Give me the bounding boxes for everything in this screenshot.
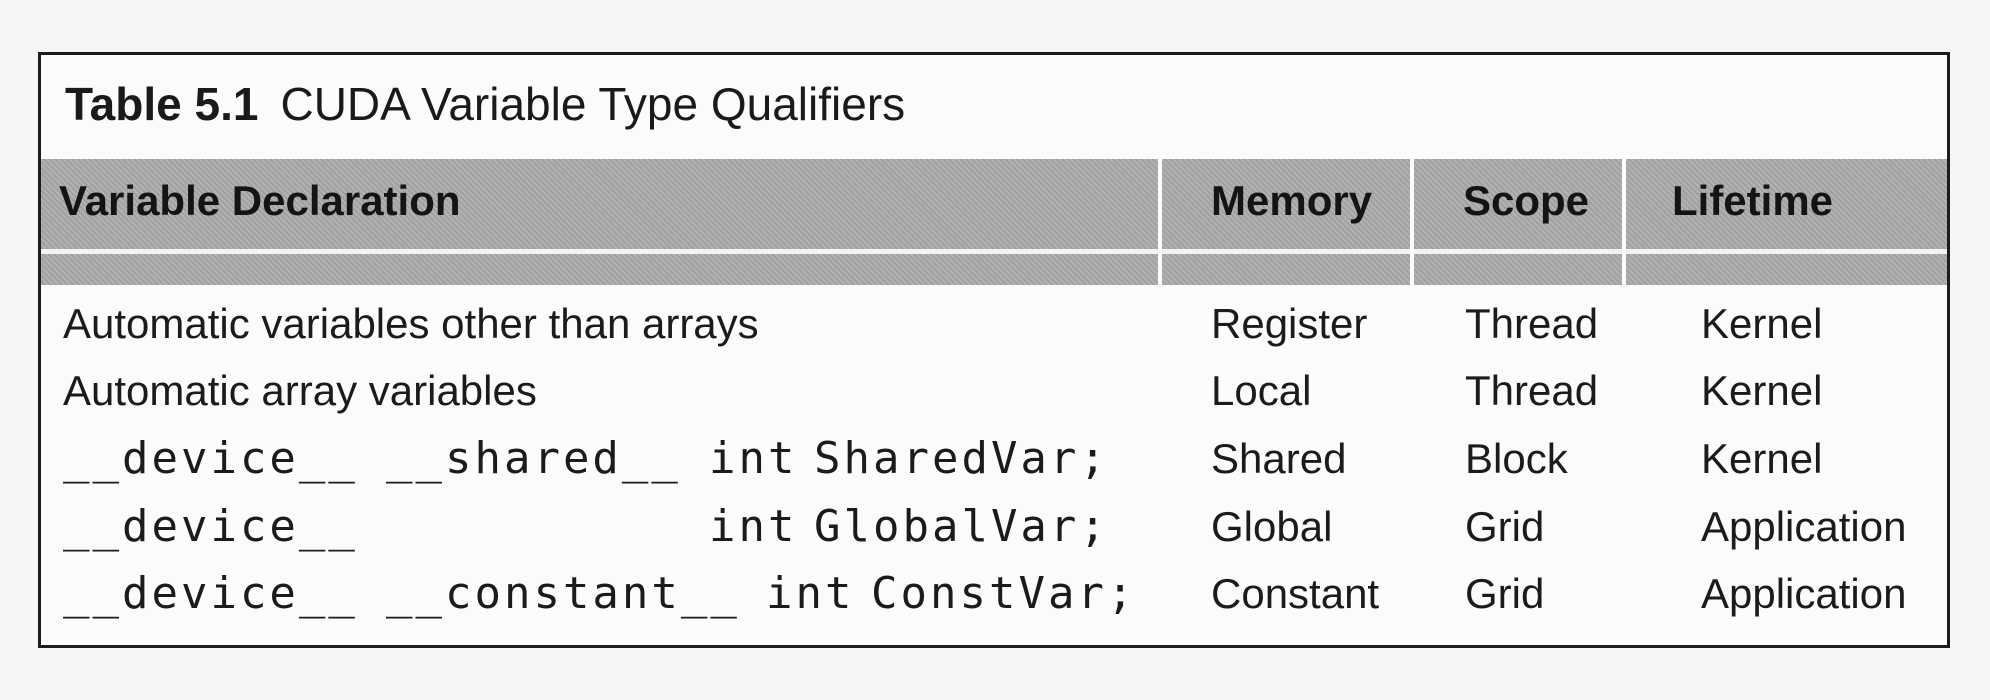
header-lifetime: Lifetime	[1672, 177, 1834, 224]
table-frame: Table 5.1 CUDA Variable Type Qualifiers V…	[38, 52, 1950, 648]
row-qualifier-constant: __constant__	[386, 568, 740, 619]
row-lifetime: Kernel	[1701, 367, 1823, 414]
row-lifetime: Kernel	[1701, 300, 1823, 347]
table-title: CUDA Variable Type Qualifiers	[280, 78, 906, 130]
table-caption: Table 5.1 CUDA Variable Type Qualifiers	[65, 77, 905, 131]
row-decl-type: int	[709, 501, 798, 552]
row-memory: Shared	[1211, 435, 1347, 482]
row-qualifier-device: __device__	[63, 433, 358, 484]
row-scope: Grid	[1465, 570, 1545, 617]
row-scope: Thread	[1465, 367, 1599, 414]
row-qualifier-shared: __shared__	[386, 433, 681, 484]
row-lifetime: Application	[1701, 570, 1907, 617]
row-decl-var: SharedVar;	[814, 433, 1109, 484]
header-rule	[1626, 249, 1947, 254]
header-cell-scope: Scope	[1414, 159, 1622, 285]
header-rule	[1162, 249, 1410, 254]
row-qualifier-device: __device__	[63, 568, 358, 619]
row-memory: Constant	[1211, 570, 1380, 617]
row-memory: Global	[1211, 503, 1333, 550]
row-memory: Register	[1211, 300, 1368, 347]
header-declaration: Variable Declaration	[59, 177, 461, 224]
header-rule	[1414, 249, 1622, 254]
row-lifetime: Kernel	[1701, 435, 1823, 482]
header-cell-lifetime: Lifetime	[1626, 159, 1947, 285]
row-decl-type: int	[709, 433, 798, 484]
row-lifetime: Application	[1701, 503, 1907, 550]
row-decl-type: int	[766, 568, 855, 619]
header-cell-memory: Memory	[1162, 159, 1410, 285]
row-memory: Local	[1211, 367, 1312, 414]
row-scope: Grid	[1465, 503, 1545, 550]
row-declaration: Automatic variables other than arrays	[63, 300, 759, 347]
row-scope: Block	[1465, 435, 1568, 482]
header-memory: Memory	[1211, 177, 1373, 224]
header-scope: Scope	[1463, 177, 1590, 224]
table-header-row: Variable Declaration Memory Scope Lifeti…	[41, 159, 1947, 285]
row-decl-var: GlobalVar;	[814, 501, 1109, 552]
row-qualifier-device: __device__	[63, 501, 358, 552]
row-declaration: Automatic array variables	[63, 367, 537, 414]
row-decl-var: ConstVar;	[871, 568, 1137, 619]
table-number: Table 5.1	[65, 78, 259, 130]
header-cell-declaration: Variable Declaration	[41, 159, 1158, 285]
row-scope: Thread	[1465, 300, 1599, 347]
header-rule	[41, 249, 1158, 254]
